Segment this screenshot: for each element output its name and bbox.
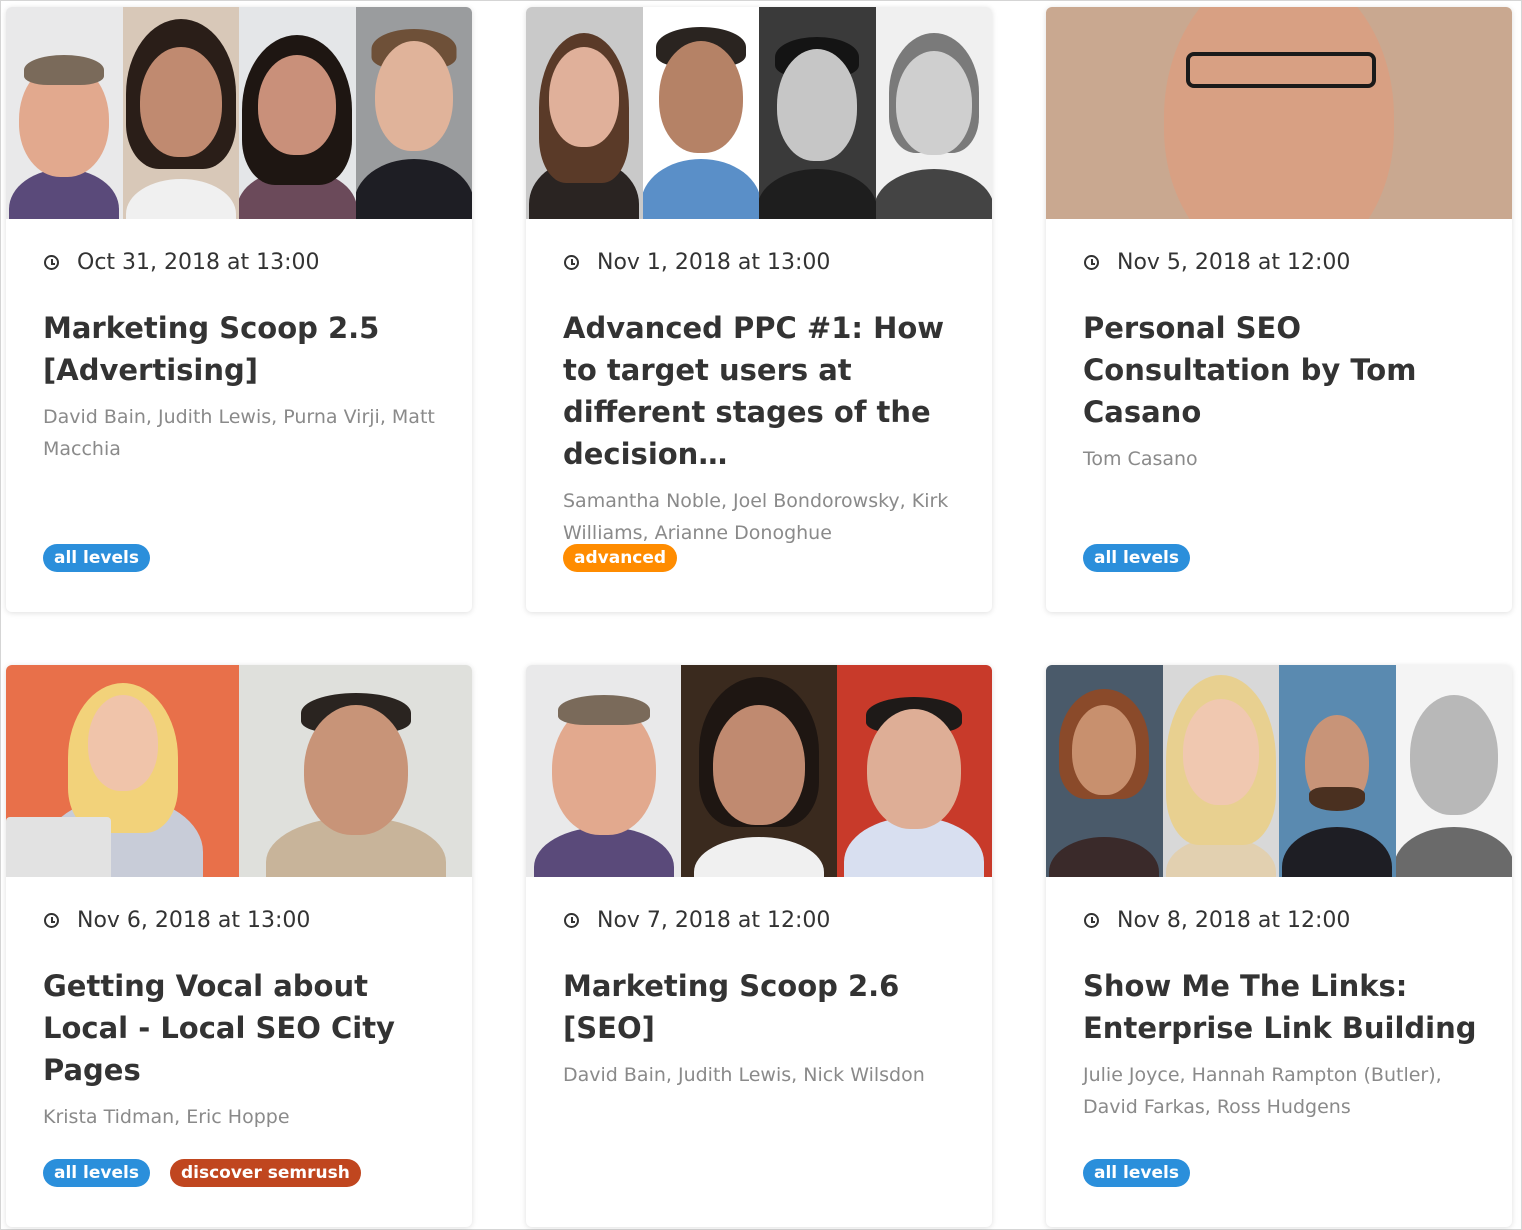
event-date: Nov 6, 2018 at 13:00 (77, 907, 311, 933)
speaker-photo (239, 665, 472, 877)
speaker-photo (1162, 665, 1279, 877)
speaker-photo (759, 7, 876, 219)
speaker-photo (526, 665, 682, 877)
clock-icon (564, 912, 579, 928)
event-title[interactable]: Marketing Scoop 2.5 [Advertising] (43, 307, 442, 391)
tag-list: all levels (43, 544, 150, 572)
speaker-photos (6, 665, 472, 877)
tag-list: all levels (1083, 1159, 1190, 1187)
tag-list: advanced (563, 544, 678, 572)
level-tag[interactable]: all levels (1083, 544, 1190, 572)
event-title[interactable]: Marketing Scoop 2.6 [SEO] (563, 965, 962, 1049)
speaker-names: Julie Joyce, Hannah Rampton (Butler), Da… (1083, 1064, 1442, 1118)
speaker-photo (681, 665, 837, 877)
event-title[interactable]: Personal SEO Consultation by Tom Casano (1083, 307, 1482, 433)
clock-icon (1084, 254, 1099, 270)
speaker-photo (1279, 665, 1396, 877)
speaker-names: David Bain, Judith Lewis, Nick Wilsdon (563, 1064, 925, 1086)
event-title[interactable]: Show Me The Links: Enterprise Link Build… (1083, 965, 1482, 1049)
webinar-card[interactable]: Oct 31, 2018 at 13:00 Marketing Scoop 2.… (6, 7, 472, 612)
event-date: Nov 7, 2018 at 12:00 (597, 907, 831, 933)
speaker-names: Krista Tidman, Eric Hoppe (43, 1106, 290, 1128)
event-title[interactable]: Getting Vocal about Local - Local SEO Ci… (43, 965, 442, 1091)
clock-icon (1084, 912, 1099, 928)
level-tag[interactable]: all levels (43, 544, 150, 572)
webinar-card[interactable]: Nov 7, 2018 at 12:00 Marketing Scoop 2.6… (526, 665, 992, 1227)
speaker-photos (6, 7, 472, 219)
level-tag[interactable]: all levels (1083, 1159, 1190, 1187)
event-date: Oct 31, 2018 at 13:00 (77, 249, 320, 275)
speaker-photo (1046, 665, 1163, 877)
topic-tag[interactable]: discover semrush (169, 1159, 361, 1187)
speaker-photo (526, 7, 643, 219)
speaker-photo (6, 7, 123, 219)
speaker-photos (1046, 7, 1512, 219)
tag-list: all levels (1083, 544, 1190, 572)
webinar-card[interactable]: Nov 6, 2018 at 13:00 Getting Vocal about… (6, 665, 472, 1227)
webinar-card[interactable]: Nov 1, 2018 at 13:00 Advanced PPC #1: Ho… (526, 7, 992, 612)
speaker-photo (836, 665, 992, 877)
speaker-photo (1046, 7, 1512, 219)
speaker-names: Tom Casano (1083, 448, 1198, 470)
webinar-card[interactable]: Nov 5, 2018 at 12:00 Personal SEO Consul… (1046, 7, 1512, 612)
speaker-photo (6, 665, 239, 877)
speaker-names: Samantha Noble, Joel Bondorowsky, Kirk W… (563, 490, 949, 544)
speaker-photos (526, 7, 992, 219)
level-tag[interactable]: advanced (563, 544, 678, 572)
event-date: Nov 5, 2018 at 12:00 (1117, 249, 1351, 275)
clock-icon (564, 254, 579, 270)
speaker-photo (122, 7, 239, 219)
speaker-photo (875, 7, 992, 219)
tag-list: all levels discover semrush (43, 1159, 361, 1187)
speaker-photo (1395, 665, 1512, 877)
speaker-photo (239, 7, 356, 219)
event-date: Nov 8, 2018 at 12:00 (1117, 907, 1351, 933)
speaker-photos (1046, 665, 1512, 877)
clock-icon (44, 254, 59, 270)
clock-icon (44, 912, 59, 928)
webinar-card[interactable]: Nov 8, 2018 at 12:00 Show Me The Links: … (1046, 665, 1512, 1227)
event-date: Nov 1, 2018 at 13:00 (597, 249, 831, 275)
event-title[interactable]: Advanced PPC #1: How to target users at … (563, 307, 962, 475)
level-tag[interactable]: all levels (43, 1159, 150, 1187)
speaker-photos (526, 665, 992, 877)
speaker-photo (642, 7, 759, 219)
speaker-photo (355, 7, 472, 219)
speaker-names: David Bain, Judith Lewis, Purna Virji, M… (43, 406, 435, 460)
